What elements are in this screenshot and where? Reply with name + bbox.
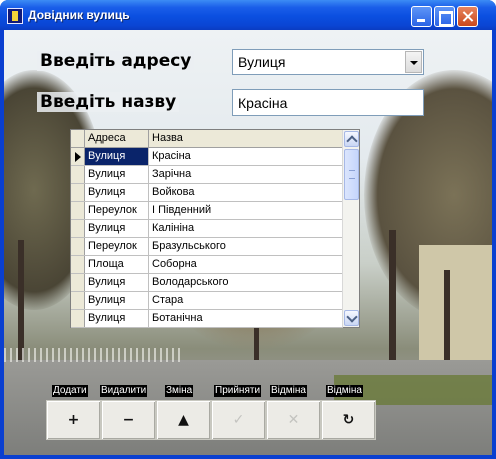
- grid-scrollbar[interactable]: [342, 130, 359, 327]
- toolbar-button-1[interactable]: −: [101, 400, 156, 440]
- cell-address-type[interactable]: Переулок: [85, 202, 149, 219]
- streets-grid[interactable]: Адреса Назва Вулиця Красіна Вулиця Зарічна В…: [70, 129, 360, 328]
- row-indicator[interactable]: [71, 166, 85, 183]
- cell-address-type[interactable]: Вулиця: [85, 292, 149, 309]
- grid-rows: Вулиця Красіна Вулиця Зарічна Вулиця Войкова П…: [71, 148, 343, 328]
- table-row[interactable]: Площа Соборна: [71, 256, 343, 274]
- toolbar-button-2[interactable]: ▲: [156, 400, 211, 440]
- cell-address-type[interactable]: Вулиця: [85, 166, 149, 183]
- column-header-name[interactable]: Назва: [149, 130, 343, 148]
- refresh-icon: ↻: [342, 412, 355, 428]
- toolbar-button-3[interactable]: ✓: [211, 400, 266, 440]
- row-indicator[interactable]: [71, 184, 85, 201]
- cross-icon: ✕: [287, 412, 300, 428]
- table-row[interactable]: Вулиця Володарського: [71, 274, 343, 292]
- row-indicator[interactable]: [71, 292, 85, 309]
- row-indicator[interactable]: [71, 148, 85, 165]
- cell-street-name[interactable]: Володарського: [149, 274, 343, 291]
- chevron-down-icon[interactable]: [405, 51, 422, 73]
- cell-address-type[interactable]: Вулиця: [85, 220, 149, 237]
- table-row[interactable]: Переулок Бразульського: [71, 238, 343, 256]
- cell-street-name[interactable]: Красіна: [149, 148, 343, 165]
- name-label: Введіть назву: [37, 92, 180, 112]
- cell-address-type[interactable]: Вулиця: [85, 310, 149, 327]
- window-title: Довідник вулиць: [28, 8, 130, 22]
- header-indicator: [71, 130, 85, 148]
- table-row[interactable]: Вулиця Красіна: [71, 148, 343, 166]
- address-label: Введіть адресу: [37, 51, 195, 71]
- cell-street-name[interactable]: Ботанічна: [149, 310, 343, 327]
- table-row[interactable]: Вулиця Ботанічна: [71, 310, 343, 328]
- row-indicator[interactable]: [71, 202, 85, 219]
- table-row[interactable]: Вулиця Зарічна: [71, 166, 343, 184]
- row-indicator[interactable]: [71, 274, 85, 291]
- checkmark-icon: ✓: [232, 412, 245, 428]
- toolbar-button-4[interactable]: ✕: [266, 400, 321, 440]
- table-row[interactable]: Вулиця Войкова: [71, 184, 343, 202]
- street-name-value: Красіна: [238, 95, 288, 111]
- current-row-arrow-icon: [75, 152, 81, 162]
- triangle-up-icon: ▲: [178, 412, 189, 428]
- toolbar-label-2: Зміна: [165, 385, 194, 397]
- cell-street-name[interactable]: Соборна: [149, 256, 343, 273]
- toolbar-label-1: Видалити: [100, 385, 148, 397]
- app-icon: [7, 8, 23, 24]
- scroll-up-button[interactable]: [344, 131, 359, 147]
- grid-header: Адреса Назва: [71, 130, 343, 148]
- toolbar-label-4: Відміна: [270, 385, 307, 397]
- row-indicator[interactable]: [71, 238, 85, 255]
- table-row[interactable]: Переулок І Південний: [71, 202, 343, 220]
- title-bar[interactable]: Довідник вулиць: [0, 0, 496, 30]
- cell-street-name[interactable]: І Південний: [149, 202, 343, 219]
- row-indicator[interactable]: [71, 310, 85, 327]
- table-row[interactable]: Вулиця Стара: [71, 292, 343, 310]
- cell-street-name[interactable]: Бразульського: [149, 238, 343, 255]
- toolbar-label-0: Додати: [52, 385, 88, 397]
- client-area: Введіть адресу Вулиця Введіть назву Крас…: [4, 30, 492, 455]
- minus-icon: −: [122, 412, 135, 428]
- toolbar-label-3: Прийняти: [214, 385, 262, 397]
- cell-street-name[interactable]: Стара: [149, 292, 343, 309]
- minimize-button[interactable]: [411, 6, 432, 27]
- cell-street-name[interactable]: Калініна: [149, 220, 343, 237]
- scroll-thumb[interactable]: [344, 149, 359, 200]
- cell-address-type[interactable]: Переулок: [85, 238, 149, 255]
- toolbar-label-5: Відміна: [326, 385, 363, 397]
- address-type-select[interactable]: Вулиця: [232, 49, 424, 75]
- column-header-address[interactable]: Адреса: [85, 130, 149, 148]
- cell-address-type[interactable]: Вулиця: [85, 148, 149, 165]
- cell-street-name[interactable]: Зарічна: [149, 166, 343, 183]
- row-indicator[interactable]: [71, 256, 85, 273]
- cell-street-name[interactable]: Войкова: [149, 184, 343, 201]
- app-window: Довідник вулиць Введіть адресу Вулиця Вв…: [0, 0, 496, 459]
- row-indicator[interactable]: [71, 220, 85, 237]
- street-name-input[interactable]: Красіна: [232, 89, 424, 116]
- table-row[interactable]: Вулиця Калініна: [71, 220, 343, 238]
- scroll-down-button[interactable]: [344, 310, 359, 326]
- address-type-value: Вулиця: [238, 54, 286, 70]
- toolbar-button-0[interactable]: +: [46, 400, 101, 440]
- close-button[interactable]: [457, 6, 478, 27]
- maximize-button[interactable]: [434, 6, 455, 27]
- cell-address-type[interactable]: Площа: [85, 256, 149, 273]
- toolbar-button-5[interactable]: ↻: [321, 400, 376, 440]
- cell-address-type[interactable]: Вулиця: [85, 274, 149, 291]
- plus-icon: +: [67, 412, 80, 428]
- cell-address-type[interactable]: Вулиця: [85, 184, 149, 201]
